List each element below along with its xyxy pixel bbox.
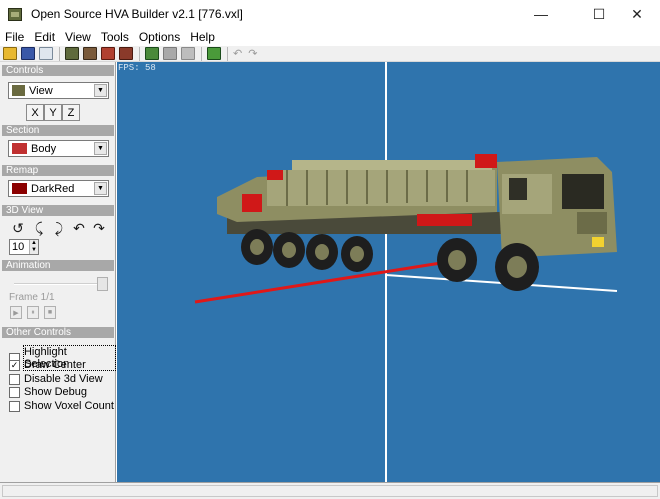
cab-grille bbox=[577, 212, 607, 234]
play-button[interactable]: ▶ bbox=[10, 306, 22, 319]
menu-help[interactable]: Help bbox=[185, 30, 220, 44]
disabled-icon bbox=[163, 47, 177, 60]
pause-button[interactable]: ⏸ bbox=[27, 306, 39, 319]
voxel-scene bbox=[194, 62, 618, 482]
menu-edit[interactable]: Edit bbox=[29, 30, 60, 44]
redo-icon[interactable]: ↷ bbox=[248, 47, 257, 61]
disabled-icon bbox=[181, 47, 195, 60]
controls-header: Controls bbox=[2, 65, 114, 76]
rotate-down-icon[interactable]: ⤹ bbox=[31, 220, 47, 236]
axis-y-button[interactable]: Y bbox=[44, 104, 62, 121]
other-controls-header: Other Controls bbox=[2, 327, 114, 338]
title-bar: Open Source HVA Builder v2.1 [776.vxl] —… bbox=[0, 0, 660, 28]
status-bar bbox=[0, 482, 660, 499]
close-button[interactable]: ✕ bbox=[614, 0, 660, 28]
axis-x-button[interactable]: X bbox=[26, 104, 44, 121]
checkbox-label: Draw Center bbox=[24, 359, 86, 371]
spin-left-icon[interactable]: ↶ bbox=[71, 220, 87, 236]
frame-label: Frame 1/1 bbox=[9, 292, 55, 303]
checkbox-label: Disable 3d View bbox=[24, 373, 103, 385]
mode-value: View bbox=[29, 84, 53, 97]
grid-icon[interactable] bbox=[119, 47, 133, 60]
menu-file[interactable]: File bbox=[0, 30, 29, 44]
axis-z-button[interactable]: Z bbox=[62, 104, 80, 121]
show-voxel-count-checkbox[interactable]: Show Voxel Count bbox=[9, 400, 114, 412]
checkbox-box[interactable] bbox=[9, 373, 20, 385]
save-icon[interactable] bbox=[21, 47, 35, 60]
cab-windshield bbox=[562, 174, 604, 209]
menu-tools[interactable]: Tools bbox=[96, 30, 134, 44]
rotation-speed-spinner[interactable]: 10 ▲ ▼ bbox=[9, 239, 39, 255]
toolbar-separator bbox=[201, 46, 202, 61]
section-dropdown[interactable]: Body ▼ bbox=[8, 140, 109, 157]
cargo-top bbox=[292, 160, 492, 170]
menu-options[interactable]: Options bbox=[134, 30, 185, 44]
rotation-speed-value: 10 bbox=[12, 241, 25, 253]
show-debug-checkbox[interactable]: Show Debug bbox=[9, 386, 87, 398]
checkbox-box[interactable] bbox=[9, 400, 20, 412]
remap-header: Remap bbox=[2, 165, 114, 176]
cab-window bbox=[509, 178, 527, 200]
red-accent bbox=[475, 154, 497, 168]
menu-view[interactable]: View bbox=[60, 30, 96, 44]
chevron-down-icon[interactable]: ▼ bbox=[94, 142, 107, 155]
checkbox-label: Show Debug bbox=[24, 386, 87, 398]
chevron-down-icon[interactable]: ▼ bbox=[94, 182, 107, 195]
rotate-left-icon[interactable]: ↺ bbox=[10, 220, 26, 236]
section-color-swatch bbox=[12, 143, 27, 154]
3d-view-header: 3D View bbox=[2, 205, 114, 216]
frame-slider-thumb[interactable] bbox=[97, 277, 108, 291]
open-icon[interactable] bbox=[3, 47, 17, 60]
animation-header: Animation bbox=[2, 260, 114, 271]
truck-model bbox=[217, 154, 617, 291]
toolbar: ↶ ↷ bbox=[0, 46, 660, 62]
checkbox-box[interactable] bbox=[9, 386, 20, 398]
toolbar-separator bbox=[59, 46, 60, 61]
red-accent bbox=[242, 194, 262, 212]
status-field bbox=[2, 485, 658, 497]
app-icon bbox=[8, 7, 22, 21]
remap-dropdown[interactable]: DarkRed ▼ bbox=[8, 180, 109, 197]
draw-center-checkbox[interactable]: ✓ Draw Center bbox=[9, 359, 86, 371]
remap-value: DarkRed bbox=[31, 182, 75, 195]
red-accent bbox=[267, 170, 283, 180]
chevron-down-icon[interactable]: ▼ bbox=[94, 84, 107, 97]
view-mode-icon bbox=[12, 85, 25, 96]
palette-icon[interactable] bbox=[207, 47, 221, 60]
save-as-icon[interactable] bbox=[39, 47, 53, 60]
3d-viewport[interactable]: FPS: 58 bbox=[117, 62, 660, 482]
undo-icon[interactable]: ↶ bbox=[233, 47, 242, 61]
remap-color-swatch bbox=[12, 183, 27, 194]
section-value: Body bbox=[31, 142, 57, 155]
red-accent bbox=[417, 214, 472, 226]
menu-bar: File Edit View Tools Options Help bbox=[0, 28, 660, 46]
checkbox-box[interactable]: ✓ bbox=[9, 359, 20, 371]
disable-3d-view-checkbox[interactable]: Disable 3d View bbox=[9, 373, 103, 385]
checkbox-label: Show Voxel Count bbox=[24, 400, 114, 412]
section-icon[interactable] bbox=[101, 47, 115, 60]
window-title: Open Source HVA Builder v2.1 [776.vxl] bbox=[31, 7, 243, 21]
toolbar-separator bbox=[139, 46, 140, 61]
mode-dropdown[interactable]: View ▼ bbox=[8, 82, 109, 99]
toolbar-separator bbox=[227, 46, 228, 61]
headlight bbox=[592, 237, 604, 247]
spin-right-icon[interactable]: ↷ bbox=[91, 220, 107, 236]
controls-panel: Controls View ▼ X Y Z Section Body ▼ Rem… bbox=[0, 62, 117, 482]
cargo-panel bbox=[267, 170, 495, 206]
minimize-button[interactable]: — bbox=[518, 0, 564, 28]
stop-button[interactable]: ■ bbox=[44, 306, 56, 319]
spinner-arrows-icon[interactable]: ▲ ▼ bbox=[29, 240, 38, 254]
frame-slider-track[interactable] bbox=[14, 283, 98, 285]
section-header: Section bbox=[2, 125, 114, 136]
voxel-icon[interactable] bbox=[65, 47, 79, 60]
rotate-up-icon[interactable]: ⤸ bbox=[51, 220, 67, 236]
export-icon[interactable] bbox=[145, 47, 159, 60]
edit-icon[interactable] bbox=[83, 47, 97, 60]
